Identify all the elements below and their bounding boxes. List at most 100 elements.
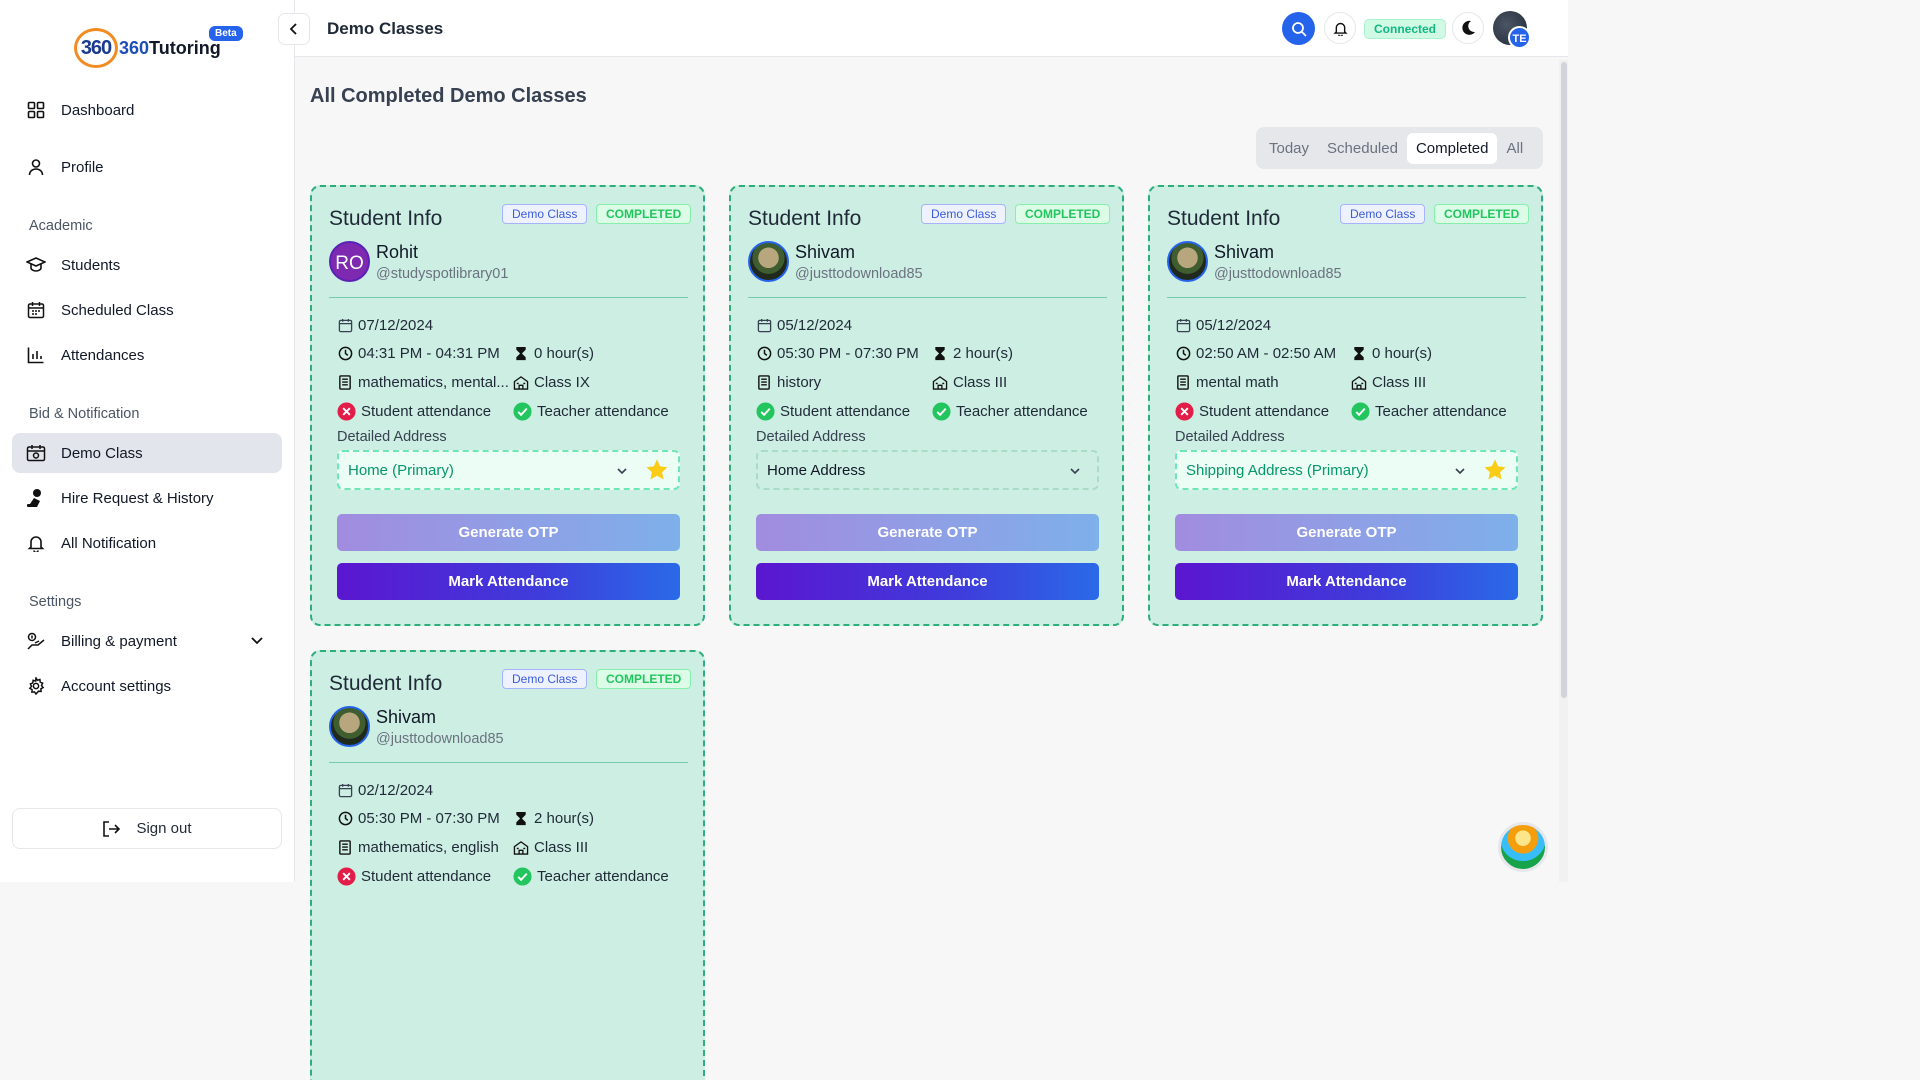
mark-attendance-button[interactable]: Mark Attendance bbox=[337, 563, 680, 600]
sidebar-item-scheduled-class[interactable]: Scheduled Class bbox=[12, 290, 282, 330]
sidebar-item-attendances[interactable]: Attendances bbox=[12, 335, 282, 375]
class-time: 02:50 AM - 02:50 AM bbox=[1175, 345, 1336, 362]
filter-tabs: Today Scheduled Completed All bbox=[1256, 127, 1543, 169]
divider bbox=[748, 297, 1107, 298]
student-handle: @studyspotlibrary01 bbox=[376, 266, 509, 282]
search-button[interactable] bbox=[1282, 12, 1315, 45]
calendar-icon bbox=[337, 318, 353, 334]
check-circle-icon bbox=[513, 402, 532, 421]
class-duration: 0 hour(s) bbox=[513, 345, 594, 362]
teacher-attendance-label: Teacher attendance bbox=[537, 403, 669, 420]
student-attendance: Student attendance bbox=[756, 402, 910, 421]
class-level: Class III bbox=[932, 374, 1007, 391]
floating-chat-avatar[interactable] bbox=[1498, 822, 1548, 872]
sidebar-item-account-settings[interactable]: Account settings bbox=[12, 666, 282, 706]
address-label: Detailed Address bbox=[1175, 429, 1285, 445]
sign-out-label: Sign out bbox=[136, 820, 192, 837]
address-select[interactable]: Shipping Address (Primary) bbox=[1175, 450, 1518, 490]
demo-class-icon bbox=[26, 443, 46, 463]
clock-icon bbox=[756, 346, 772, 362]
tab-completed[interactable]: Completed bbox=[1406, 132, 1498, 164]
class-subjects: mathematics, mental... bbox=[337, 374, 509, 391]
teacher-attendance-label: Teacher attendance bbox=[1375, 403, 1507, 420]
duration-text: 0 hour(s) bbox=[1372, 345, 1433, 362]
section-label-bid-notification: Bid & Notification bbox=[29, 406, 140, 422]
mark-attendance-button[interactable]: Mark Attendance bbox=[756, 563, 1099, 600]
student-name: Shivam bbox=[376, 707, 437, 727]
demo-class-badge: Demo Class bbox=[1340, 204, 1426, 224]
logo-text-prefix: 360 bbox=[119, 38, 150, 58]
demo-class-card: Student Info Demo Class COMPLETED Shivam… bbox=[729, 185, 1124, 626]
logo-text: 360Tutoring bbox=[119, 38, 221, 59]
sign-out-button[interactable]: Sign out bbox=[12, 808, 282, 849]
mark-attendance-button[interactable]: Mark Attendance bbox=[1175, 563, 1518, 600]
calendar-icon bbox=[26, 300, 46, 320]
chevron-down-icon[interactable] bbox=[250, 633, 264, 651]
address-value: Shipping Address (Primary) bbox=[1186, 461, 1369, 479]
section-title: All Completed Demo Classes bbox=[310, 85, 587, 107]
collapse-sidebar-button[interactable] bbox=[278, 13, 310, 45]
sign-out-icon bbox=[103, 820, 121, 837]
check-circle-icon bbox=[932, 402, 951, 421]
book-icon bbox=[756, 375, 772, 391]
hourglass-icon bbox=[932, 346, 948, 362]
date-text: 05/12/2024 bbox=[1196, 317, 1272, 334]
class-level: Class III bbox=[513, 839, 588, 856]
class-date: 05/12/2024 bbox=[756, 317, 852, 334]
sidebar-item-label: Hire Request & History bbox=[61, 489, 214, 507]
address-select[interactable]: Home Address bbox=[756, 450, 1099, 490]
class-text: Class IX bbox=[534, 374, 590, 391]
subjects-text: mathematics, english bbox=[358, 839, 499, 856]
sidebar-item-demo-class[interactable]: Demo Class bbox=[12, 433, 282, 473]
student-avatar bbox=[329, 706, 370, 747]
student-name: Shivam bbox=[1214, 242, 1275, 262]
grid-icon bbox=[26, 100, 46, 120]
calendar-icon bbox=[756, 318, 772, 334]
sidebar-item-hire-request[interactable]: Hire Request & History bbox=[12, 478, 282, 518]
app-logo[interactable]: 360 360Tutoring Beta bbox=[74, 26, 244, 72]
sidebar-item-label: Billing & payment bbox=[61, 632, 177, 650]
class-time: 05:30 PM - 07:30 PM bbox=[756, 345, 919, 362]
divider bbox=[329, 297, 688, 298]
generate-otp-button[interactable]: Generate OTP bbox=[337, 514, 680, 551]
teacher-attendance: Teacher attendance bbox=[513, 867, 669, 886]
teacher-attendance-label: Teacher attendance bbox=[956, 403, 1088, 420]
generate-otp-button[interactable]: Generate OTP bbox=[1175, 514, 1518, 551]
sidebar-item-billing[interactable]: Billing & payment bbox=[12, 621, 282, 661]
sidebar-item-label: All Notification bbox=[61, 534, 157, 552]
card-heading: Student Info bbox=[748, 207, 862, 230]
subjects-text: mathematics, mental... bbox=[358, 374, 509, 391]
sidebar: 360 360Tutoring Beta Dashboard Profile A… bbox=[0, 0, 295, 882]
user-initials-badge: TE bbox=[1508, 26, 1531, 49]
calendar-icon bbox=[337, 783, 353, 799]
address-select[interactable]: Home (Primary) bbox=[337, 450, 680, 490]
demo-class-card: Student Info Demo Class COMPLETED Shivam… bbox=[310, 650, 705, 1080]
star-icon bbox=[645, 458, 669, 486]
sidebar-item-students[interactable]: Students bbox=[12, 245, 282, 285]
tab-scheduled[interactable]: Scheduled bbox=[1318, 133, 1407, 164]
bell-icon bbox=[26, 533, 46, 553]
theme-toggle-button[interactable] bbox=[1452, 12, 1484, 44]
beta-badge: Beta bbox=[209, 26, 243, 41]
notifications-button[interactable] bbox=[1324, 12, 1356, 44]
tab-today[interactable]: Today bbox=[1260, 133, 1318, 164]
student-attendance: Student attendance bbox=[1175, 402, 1329, 421]
tab-all[interactable]: All bbox=[1497, 133, 1532, 164]
sidebar-item-profile[interactable]: Profile bbox=[12, 147, 282, 187]
sidebar-item-all-notification[interactable]: All Notification bbox=[12, 523, 282, 563]
generate-otp-button[interactable]: Generate OTP bbox=[756, 514, 1099, 551]
class-level: Class III bbox=[1351, 374, 1426, 391]
book-icon bbox=[337, 375, 353, 391]
class-time: 05:30 PM - 07:30 PM bbox=[337, 810, 500, 827]
gear-icon bbox=[26, 676, 46, 696]
hourglass-icon bbox=[1351, 346, 1367, 362]
status-badge: COMPLETED bbox=[1434, 204, 1530, 224]
scrollbar-thumb[interactable] bbox=[1561, 62, 1567, 698]
time-text: 02:50 AM - 02:50 AM bbox=[1196, 345, 1337, 362]
sidebar-item-dashboard[interactable]: Dashboard bbox=[12, 90, 282, 130]
check-circle-icon bbox=[756, 402, 775, 421]
sidebar-item-label: Attendances bbox=[61, 346, 145, 364]
check-circle-icon bbox=[513, 867, 532, 886]
student-attendance: Student attendance bbox=[337, 402, 491, 421]
address-value: Home (Primary) bbox=[348, 461, 454, 479]
